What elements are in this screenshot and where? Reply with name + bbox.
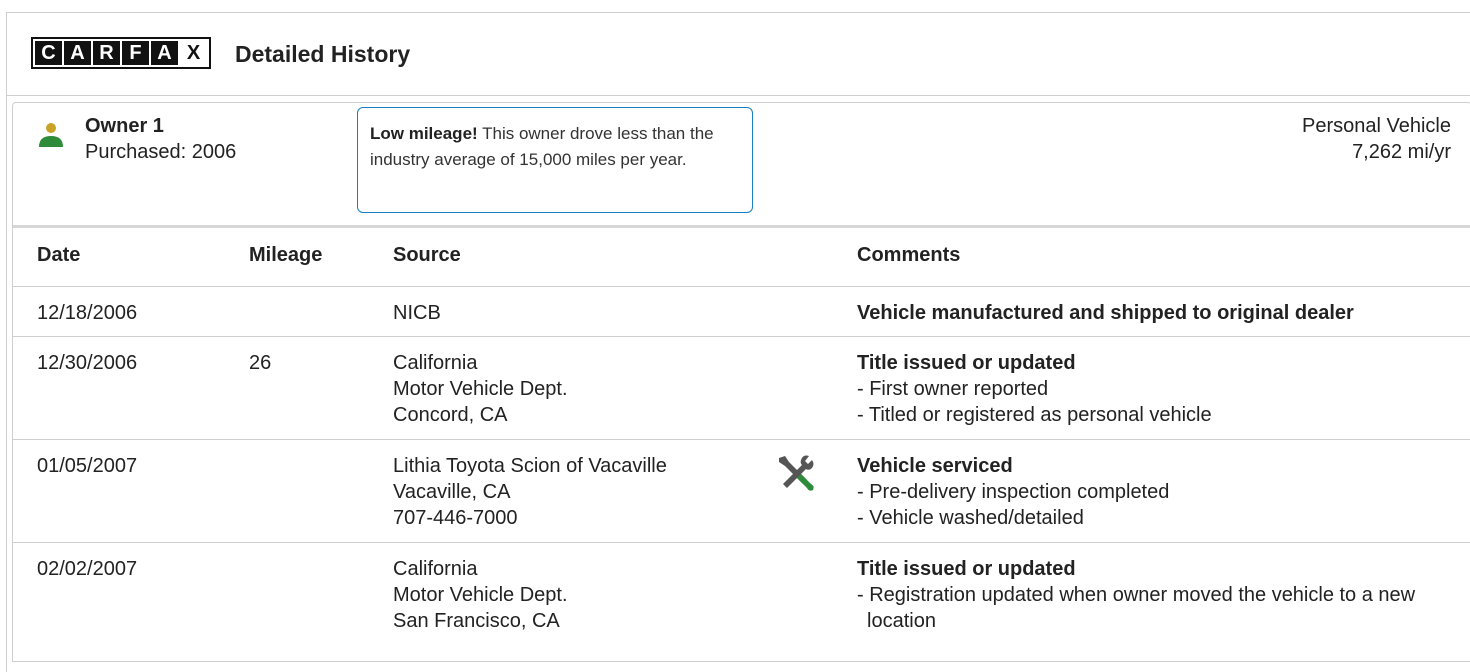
row-mileage: 26 [249,352,272,374]
owner-name: Owner 1 [85,115,164,137]
service-wrench-icon [779,455,814,491]
row-comments: Vehicle serviced - Pre-delivery inspecti… [857,453,1169,531]
column-header-mileage: Mileage [249,244,323,266]
comment-item: - Titled or registered as personal vehic… [857,404,1212,426]
comment-item: - Registration updated when owner moved … [857,584,1416,632]
row-date: 01/05/2007 [37,455,138,477]
table-header: Date Mileage Source Comments [13,225,1470,287]
source-line: California [393,558,478,580]
row-date: 12/30/2006 [37,352,138,374]
column-header-source: Source [393,244,461,266]
logo-letter: X [180,41,207,65]
comment-title: Vehicle manufactured and shipped to orig… [857,302,1354,324]
section-header: C A R F A X Detailed History [7,13,1470,96]
row-date: 12/18/2006 [37,302,138,324]
table-row: 12/30/2006 26 California Motor Vehicle D… [13,337,1470,440]
table-row: 12/18/2006 NICB Vehicle manufactured and… [13,287,1470,337]
page-title: Detailed History [235,41,411,67]
table-row: 01/05/2007 Lithia Toyota Scion of Vacavi… [13,440,1470,543]
source-line: Motor Vehicle Dept. [393,584,568,606]
source-line: 707-446-7000 [393,507,518,529]
comment-title: Title issued or updated [857,558,1076,580]
row-comments: Title issued or updated - Registration u… [857,556,1437,634]
vehicle-use-type: Personal Vehicle [1302,115,1451,137]
row-source: California Motor Vehicle Dept. Concord, … [393,350,568,428]
comment-title: Title issued or updated [857,352,1076,374]
low-mileage-note: Low mileage! This owner drove less than … [357,107,753,213]
logo-letter: R [93,41,120,65]
source-line: California [393,352,478,374]
row-comments: Vehicle manufactured and shipped to orig… [857,300,1354,326]
source-line: San Francisco, CA [393,610,560,632]
row-date: 02/02/2007 [37,558,138,580]
source-line: NICB [393,302,441,324]
row-comments: Title issued or updated - First owner re… [857,350,1212,428]
column-header-date: Date [37,244,81,266]
row-source: NICB [393,300,441,326]
owner-purchased: Purchased: 2006 [85,141,237,163]
note-bold: Low mileage! [370,124,478,143]
logo-letter: C [35,41,62,65]
logo-letter: F [122,41,149,65]
owner-panel: Owner 1 Purchased: 2006 Low mileage! Thi… [12,102,1470,662]
row-source: California Motor Vehicle Dept. San Franc… [393,556,568,634]
comment-item: - Vehicle washed/detailed [857,507,1084,529]
owner-person-icon [39,123,63,147]
source-line: Lithia Toyota Scion of Vacaville [393,455,667,477]
miles-per-year: 7,262 mi/yr [1352,141,1451,163]
table-row: 02/02/2007 California Motor Vehicle Dept… [13,543,1470,663]
logo-letter: A [64,41,91,65]
carfax-logo: C A R F A X [31,37,211,69]
source-line: Motor Vehicle Dept. [393,378,568,400]
source-line: Vacaville, CA [393,481,511,503]
logo-letter: A [151,41,178,65]
row-source: Lithia Toyota Scion of Vacaville Vacavil… [393,453,667,531]
source-line: Concord, CA [393,404,508,426]
comment-item: - Pre-delivery inspection completed [857,481,1170,503]
column-header-comments: Comments [857,244,961,266]
comment-title: Vehicle serviced [857,455,1013,477]
comment-item: - First owner reported [857,378,1049,400]
